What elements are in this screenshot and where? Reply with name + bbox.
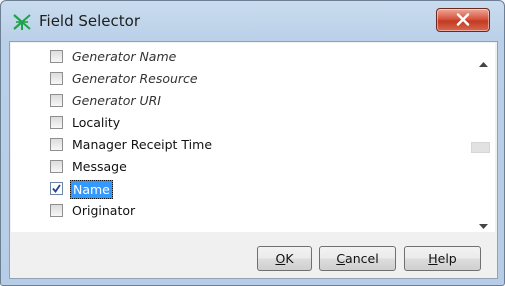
ok-button[interactable]: OK (257, 246, 312, 271)
field-label: Originator (72, 203, 136, 218)
field-label: Locality (72, 115, 121, 130)
scroll-up-arrow-icon[interactable] (479, 62, 488, 67)
list-item[interactable]: Generator Name (50, 47, 450, 67)
field-checkbox[interactable] (50, 160, 63, 173)
window-title: Field Selector (39, 12, 141, 30)
list-item[interactable]: Name (50, 179, 450, 199)
field-checkbox[interactable] (50, 72, 63, 85)
close-button[interactable] (436, 8, 490, 32)
field-checkbox[interactable] (50, 116, 63, 129)
scroll-down-arrow-icon[interactable] (479, 224, 488, 229)
scrollbar-thumb[interactable] (471, 142, 490, 153)
cancel-button-mnemonic: C (336, 251, 346, 266)
list-item[interactable]: Generator Resource (50, 69, 450, 89)
field-checkbox[interactable] (50, 182, 63, 195)
field-label: Name (70, 180, 113, 199)
help-button-label: elp (437, 251, 457, 266)
field-checkbox[interactable] (50, 204, 63, 217)
list-item[interactable]: Generator URI (50, 91, 450, 111)
cancel-button[interactable]: Cancel (319, 246, 396, 271)
field-checkbox[interactable] (50, 94, 63, 107)
field-checkbox[interactable] (50, 138, 63, 151)
title-bar[interactable]: Field Selector (1, 1, 504, 41)
field-checkbox[interactable] (50, 50, 63, 63)
field-list[interactable]: Generator Name Generator Resource Generato… (11, 43, 495, 232)
ok-button-label: K (285, 251, 294, 266)
ok-button-mnemonic: O (275, 251, 286, 266)
field-label: Generator Resource (72, 71, 198, 86)
checkmark-icon (52, 184, 61, 193)
help-button-mnemonic: H (428, 251, 438, 266)
list-item[interactable]: Manager Receipt Time (50, 135, 450, 155)
dialog-body: Generator Name Generator Resource Generato… (9, 41, 498, 279)
help-button[interactable]: Help (404, 246, 481, 271)
list-item[interactable]: Locality (50, 113, 450, 133)
list-item[interactable]: Message (50, 157, 450, 177)
field-label: Generator URI (72, 93, 161, 108)
field-label: Generator Name (72, 49, 177, 64)
field-label: Message (72, 159, 127, 174)
list-item[interactable]: Originator (50, 201, 450, 221)
cancel-button-label: ancel (345, 251, 379, 266)
close-icon (456, 13, 470, 26)
field-selector-icon (12, 12, 32, 32)
field-label: Manager Receipt Time (72, 137, 213, 152)
field-selector-dialog: Field Selector Generator Name Generator R… (0, 0, 505, 286)
